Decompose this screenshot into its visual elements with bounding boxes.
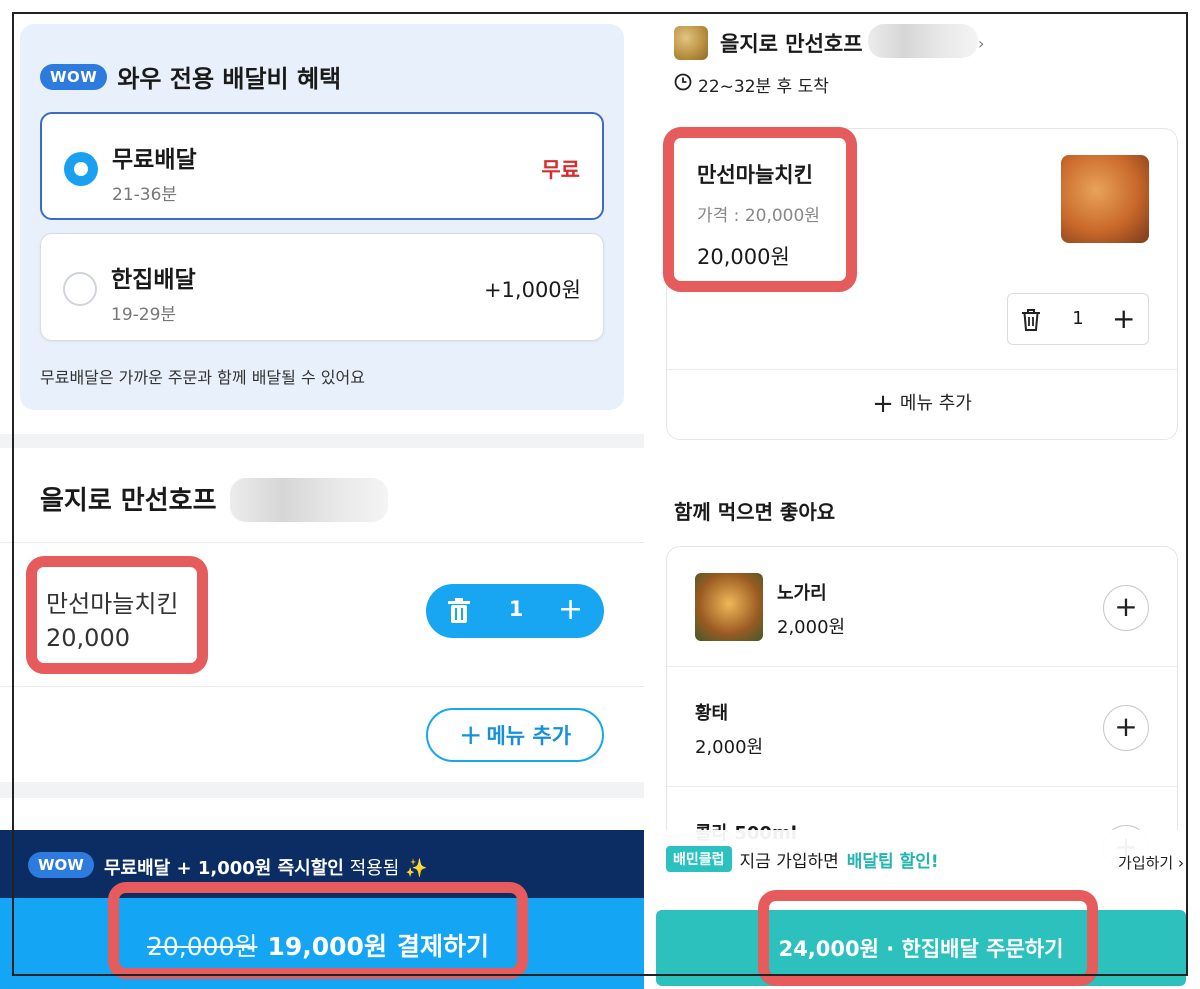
cart-item-price-label: 가격 : 20,000원 [697, 206, 820, 226]
divider [667, 369, 1177, 370]
coupang-eats-cart: WOW 와우 전용 배달비 혜택 무료배달 21-36분 무료 한집배달 19-… [0, 0, 644, 989]
list-item[interactable]: 황태 2,000원 + [667, 667, 1177, 787]
promo-bold: 무료배달 + 1,000원 즉시할인 [104, 858, 344, 879]
add-menu-button[interactable]: + 메뉴 추가 [426, 708, 604, 762]
sparkles-icon: ✨ [405, 858, 428, 879]
join-link[interactable]: 가입하기 › [1118, 852, 1184, 873]
item-price: 2,000원 [777, 617, 846, 638]
option-price: 무료 [541, 158, 580, 182]
add-menu-label: 메뉴 추가 [486, 724, 572, 748]
store-name[interactable]: 을지로 만선호프 [40, 480, 217, 517]
cart-item-name: 만선마늘치킨 [46, 590, 179, 618]
wow-promo-banner: WOW 무료배달 + 1,000원 즉시할인 적용됨 ✨ [0, 830, 644, 898]
eta-text: 22~32분 후 도착 [698, 77, 829, 97]
pay-button-content: 20,000원 19,000원 결제하기 [124, 900, 512, 989]
club-highlight: 배달팁 할인! [846, 851, 939, 872]
delivery-eta: 22~32분 후 도착 [674, 72, 829, 97]
delivery-option-free[interactable]: 무료배달 21-36분 무료 [40, 112, 604, 220]
final-price: 19,000원 [267, 932, 387, 961]
chevron-right-icon[interactable]: › [978, 34, 984, 53]
option-time: 19-29분 [111, 305, 177, 325]
baemin-cart: 을지로 만선호프 › 22~32분 후 도착 만선마늘치킨 가격 : 20,00… [644, 0, 1200, 989]
wow-badge: WOW [28, 852, 94, 878]
add-item-button[interactable]: + [1103, 585, 1149, 631]
radio-selected[interactable] [64, 152, 98, 186]
clock-icon [674, 73, 692, 96]
recommendation-list: 노가리 2,000원 + 황태 2,000원 + 콜라 500ml + [666, 546, 1178, 866]
radio-unselected[interactable] [63, 272, 97, 306]
wow-header: WOW 와우 전용 배달비 혜택 [40, 59, 341, 94]
promo-message: 무료배달 + 1,000원 즉시할인 적용됨 ✨ [104, 854, 427, 880]
add-item-button[interactable]: + [1103, 705, 1149, 751]
wow-section-title: 와우 전용 배달비 혜택 [117, 65, 342, 93]
section-divider [0, 434, 644, 448]
add-menu-button[interactable]: + 메뉴 추가 [667, 389, 1177, 419]
trash-icon[interactable] [1020, 308, 1042, 336]
divider [0, 686, 644, 687]
pay-label: 결제하기 [396, 932, 489, 961]
item-name: 황태 [695, 703, 729, 724]
quantity-value: 1 [1072, 308, 1084, 329]
section-divider [0, 782, 644, 798]
store-header[interactable]: 을지로 만선호프 [674, 26, 863, 60]
delivery-option-single[interactable]: 한집배달 19-29분 +1,000원 [40, 233, 604, 341]
store-logo [674, 26, 708, 60]
food-image [1061, 155, 1149, 243]
quantity-value: 1 [508, 597, 524, 621]
option-name: 한집배달 [111, 267, 196, 293]
trash-icon[interactable] [446, 597, 472, 629]
item-image [695, 573, 763, 641]
cart-item-price: 20,000원 [697, 245, 790, 269]
order-button[interactable]: 24,000원 · 한집배달 주문하기 [656, 910, 1186, 986]
original-price: 20,000원 [147, 932, 258, 961]
promo-rest: 적용됨 [349, 858, 400, 879]
option-name: 무료배달 [112, 147, 197, 173]
quantity-stepper: 1 + [1007, 293, 1149, 345]
item-name: 노가리 [777, 583, 827, 604]
club-text: 지금 가입하면 [739, 851, 839, 872]
delivery-note: 무료배달은 가까운 주문과 함께 배달될 수 있어요 [40, 368, 365, 387]
wow-badge: WOW [40, 63, 108, 90]
pay-button[interactable]: 20,000원 19,000원 결제하기 [0, 898, 644, 989]
quantity-stepper: 1 + [426, 584, 604, 638]
list-item[interactable]: 노가리 2,000원 + [667, 547, 1177, 667]
plus-icon[interactable]: + [558, 592, 583, 627]
redacted-blur [868, 24, 978, 58]
plus-icon: + [872, 389, 894, 419]
option-price: +1,000원 [483, 278, 581, 302]
add-menu-label: 메뉴 추가 [899, 393, 972, 414]
cart-item-card: 만선마늘치킨 가격 : 20,000원 20,000원 1 + + 메뉴 추가 [666, 128, 1178, 440]
wow-delivery-benefit-section: WOW 와우 전용 배달비 혜택 무료배달 21-36분 무료 한집배달 19-… [20, 24, 624, 410]
item-price: 2,000원 [695, 737, 764, 758]
plus-icon[interactable]: + [1112, 302, 1135, 335]
store-name: 을지로 만선호프 [720, 32, 863, 56]
option-time: 21-36분 [112, 185, 178, 205]
divider [0, 542, 644, 543]
cart-item-price: 20,000 [46, 624, 130, 652]
cart-item-name: 만선마늘치킨 [697, 163, 813, 187]
plus-icon: + [458, 718, 483, 751]
recommendation-title: 함께 먹으면 좋아요 [674, 500, 836, 524]
club-badge: 배민클럽 [666, 846, 732, 872]
redacted-blur [230, 478, 388, 522]
baemin-club-banner[interactable]: 배민클럽 지금 가입하면 배달팁 할인! [666, 846, 939, 872]
